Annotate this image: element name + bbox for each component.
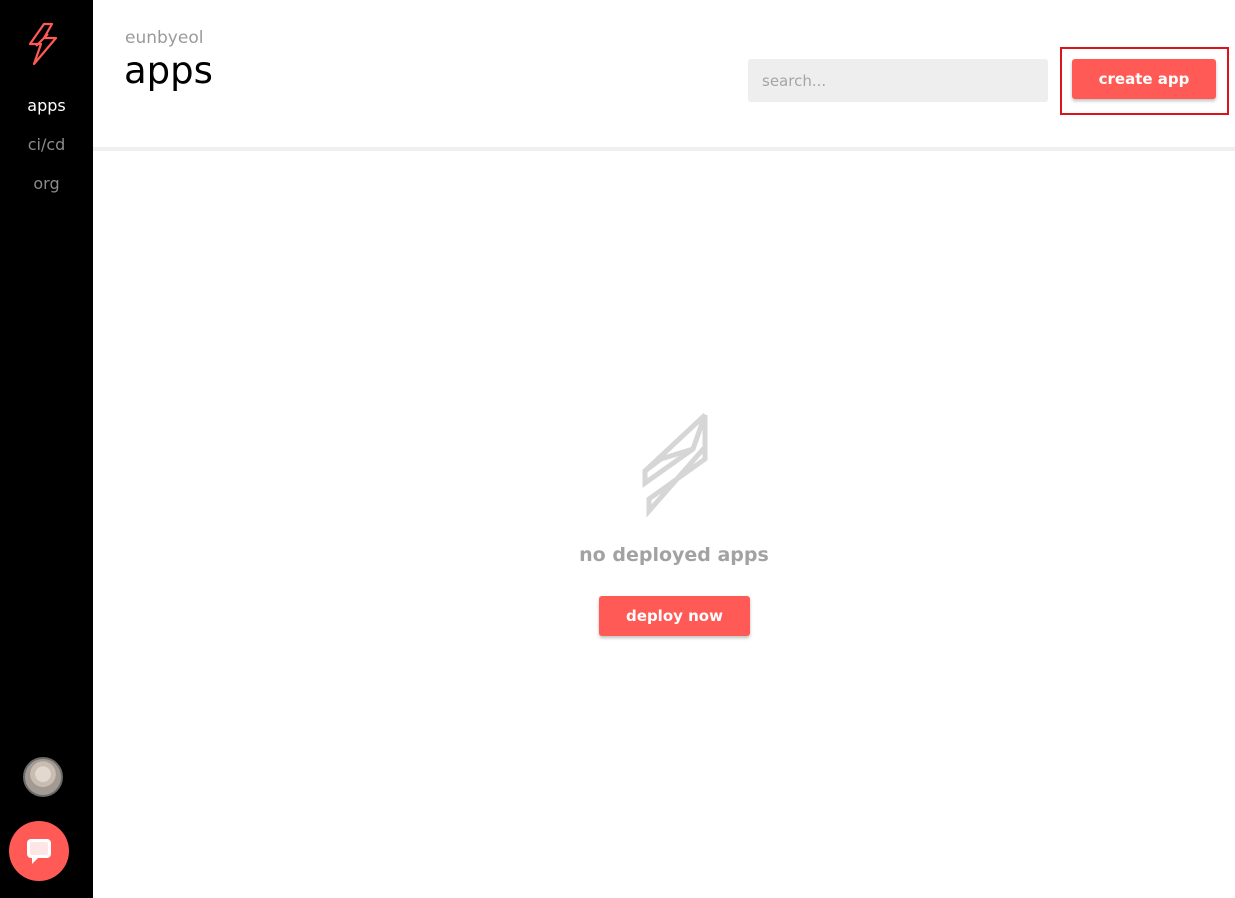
empty-state-message: no deployed apps (579, 544, 769, 566)
sidebar: apps ci/cd org (0, 0, 93, 898)
nav-item-cicd[interactable]: ci/cd (0, 135, 93, 154)
page-title: apps (124, 49, 213, 92)
empty-state: no deployed apps deploy now (93, 151, 1235, 898)
chat-bubble-icon (27, 839, 51, 864)
search-input[interactable] (748, 59, 1048, 102)
avatar[interactable] (23, 757, 63, 797)
bolt-outline-icon (641, 411, 711, 519)
bolt-icon[interactable] (26, 22, 60, 66)
deploy-now-button[interactable]: deploy now (599, 596, 750, 636)
chat-button[interactable] (9, 821, 69, 881)
nav-item-org[interactable]: org (0, 174, 93, 193)
header: eunbyeol apps create app (93, 0, 1235, 147)
create-app-button[interactable]: create app (1072, 59, 1216, 99)
nav-item-apps[interactable]: apps (0, 96, 93, 115)
org-name: eunbyeol (125, 28, 204, 48)
